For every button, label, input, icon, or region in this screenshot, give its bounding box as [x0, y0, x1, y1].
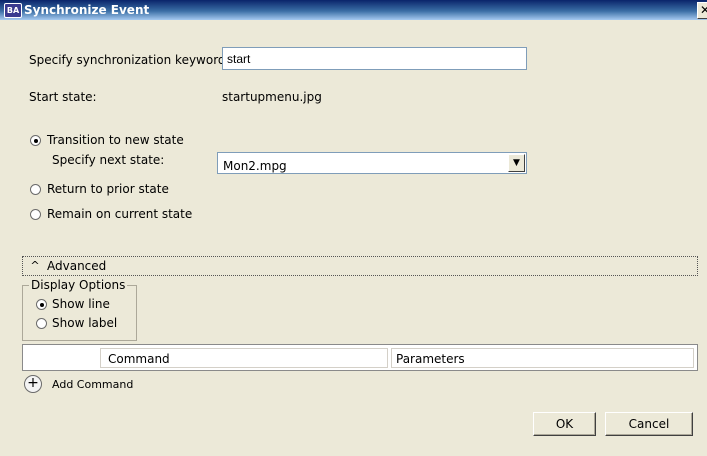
show-label-label: Show label	[52, 316, 118, 330]
commands-table: Command Parameters	[22, 344, 698, 371]
advanced-label: Advanced	[47, 259, 107, 273]
chevron-down-icon[interactable]: ▼	[508, 154, 525, 172]
advanced-toggle[interactable]: ^ Advanced	[22, 256, 698, 276]
next-state-label: Specify next state:	[52, 153, 165, 167]
ok-button[interactable]: OK	[533, 412, 596, 436]
show-line-label: Show line	[52, 297, 110, 311]
plus-circle-icon[interactable]: +	[24, 375, 42, 393]
start-state-value: startupmenu.jpg	[222, 90, 322, 104]
column-label-command: Command	[108, 352, 170, 366]
transition-radio[interactable]	[30, 135, 41, 146]
show-label-radio[interactable]	[36, 318, 47, 329]
column-header-command[interactable]: Command	[100, 348, 388, 368]
show-line-radio[interactable]	[36, 299, 47, 310]
return-label: Return to prior state	[47, 182, 169, 196]
title-bar[interactable]: BA Synchronize Event	[0, 0, 707, 20]
next-state-value: Mon2.mpg	[223, 159, 287, 173]
remain-radio[interactable]	[30, 209, 41, 220]
close-icon[interactable]: ✕	[697, 2, 707, 19]
start-state-label: Start state:	[29, 90, 97, 104]
return-radio[interactable]	[30, 184, 41, 195]
display-options-legend: Display Options	[29, 278, 128, 292]
keyword-input[interactable]	[222, 47, 527, 70]
display-options-group: Display Options	[22, 278, 137, 341]
next-state-select[interactable]: Mon2.mpg ▼	[217, 152, 527, 174]
cancel-button[interactable]: Cancel	[605, 412, 693, 436]
remain-label: Remain on current state	[47, 207, 193, 221]
column-header-parameters[interactable]: Parameters	[391, 348, 694, 368]
column-label-parameters: Parameters	[396, 352, 465, 366]
app-icon: BA	[4, 3, 22, 18]
add-command-link[interactable]: Add Command	[52, 378, 133, 391]
window-title: Synchronize Event	[24, 3, 150, 17]
keyword-label: Specify synchronization keyword	[29, 53, 226, 67]
chevron-up-icon: ^	[30, 259, 40, 272]
transition-label: Transition to new state	[47, 133, 184, 147]
